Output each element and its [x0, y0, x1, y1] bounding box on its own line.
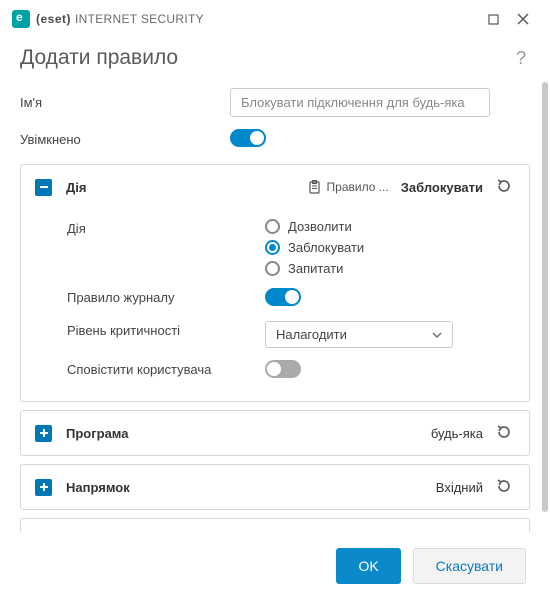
revert-icon[interactable]: [495, 531, 515, 532]
section-direction-title: Напрямок: [66, 480, 130, 495]
brand-name: (eset): [36, 12, 71, 26]
help-button[interactable]: ?: [512, 48, 530, 69]
clipboard-icon: [308, 180, 321, 194]
radio-block[interactable]: Заблокувати: [265, 240, 515, 255]
section-program-header[interactable]: Програма будь-яка: [21, 411, 529, 455]
close-button[interactable]: [508, 8, 538, 30]
section-action-title: Дія: [66, 180, 86, 195]
section-program-value: будь-яка: [431, 426, 483, 441]
cancel-button[interactable]: Скасувати: [413, 548, 526, 584]
chevron-down-icon: [432, 332, 442, 338]
name-row: Ім'я: [20, 82, 530, 123]
notify-toggle[interactable]: [265, 360, 301, 378]
action-option-label: Дія: [35, 219, 265, 236]
footer: OK Скасувати: [0, 532, 550, 600]
collapse-icon: [35, 179, 52, 196]
expand-icon: [35, 479, 52, 496]
section-direction: Напрямок Вхідний: [20, 464, 530, 510]
radio-icon: [265, 261, 280, 276]
expand-icon: [35, 425, 52, 442]
radio-ask-label: Запитати: [288, 261, 343, 276]
section-direction-header[interactable]: Напрямок Вхідний: [21, 465, 529, 509]
section-action-header[interactable]: Дія Правило ... Заблокувати: [21, 165, 529, 209]
enabled-toggle[interactable]: [230, 129, 266, 147]
radio-block-label: Заблокувати: [288, 240, 364, 255]
section-protocol: IP protocol TCP і UDP: [20, 518, 530, 532]
section-program-title: Програма: [66, 426, 129, 441]
notify-label: Сповістити користувача: [35, 360, 265, 377]
severity-value: Налагодити: [276, 327, 432, 342]
revert-icon[interactable]: [495, 177, 515, 197]
name-input[interactable]: [230, 88, 490, 117]
enabled-row: Увімкнено: [20, 123, 530, 156]
log-rule-toggle[interactable]: [265, 288, 301, 306]
maximize-button[interactable]: [478, 8, 508, 30]
radio-allow[interactable]: Дозволити: [265, 219, 515, 234]
radio-ask[interactable]: Запитати: [265, 261, 515, 276]
radio-allow-label: Дозволити: [288, 219, 352, 234]
log-rule-label: Правило журналу: [35, 288, 265, 305]
page-title: Додати правило: [20, 46, 512, 70]
brand-logo-icon: [12, 10, 30, 28]
action-radio-group: Дозволити Заблокувати Запитати: [265, 219, 515, 276]
radio-icon: [265, 240, 280, 255]
enabled-label: Увімкнено: [20, 132, 230, 147]
brand-product: INTERNET SECURITY: [75, 12, 204, 26]
name-label: Ім'я: [20, 95, 230, 110]
section-action-meta: Правило ...: [308, 180, 389, 194]
titlebar: (eset) INTERNET SECURITY: [0, 0, 550, 38]
scrollbar-thumb[interactable]: [542, 82, 548, 512]
revert-icon[interactable]: [495, 423, 515, 443]
section-protocol-header[interactable]: IP protocol TCP і UDP: [21, 519, 529, 532]
severity-label: Рівень критичності: [35, 321, 265, 338]
section-action-body: Дія Дозволити Заблокувати За: [21, 209, 529, 401]
section-action: Дія Правило ... Заблокувати Дія: [20, 164, 530, 402]
ok-button[interactable]: OK: [336, 548, 400, 584]
content-area: Ім'я Увімкнено Дія Правило ... Заблокува…: [0, 82, 550, 532]
rule-meta-label: Правило ...: [327, 180, 389, 194]
section-direction-value: Вхідний: [436, 480, 483, 495]
radio-icon: [265, 219, 280, 234]
scrollbar[interactable]: [542, 82, 548, 532]
section-program: Програма будь-яка: [20, 410, 530, 456]
header: Додати правило ?: [0, 38, 550, 82]
section-action-value: Заблокувати: [401, 180, 483, 195]
revert-icon[interactable]: [495, 477, 515, 497]
severity-select[interactable]: Налагодити: [265, 321, 453, 348]
